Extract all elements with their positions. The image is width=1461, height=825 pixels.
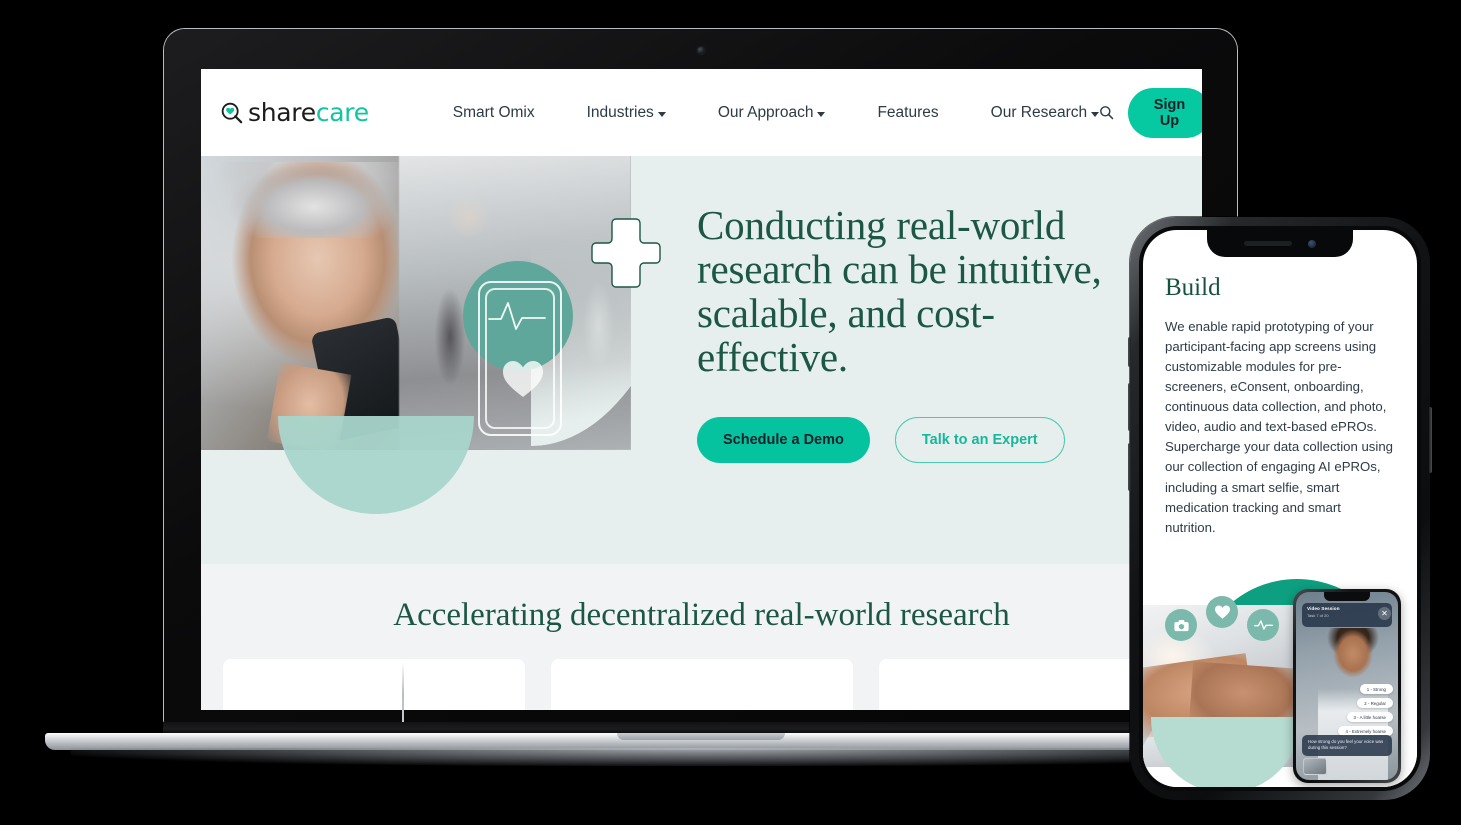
logo-text-share: share [248, 98, 316, 127]
logo-text-care: care [315, 98, 369, 127]
site-navbar: sharecare Smart Omix Industries Our Appr… [201, 69, 1202, 156]
nav-item-smart-omix[interactable]: Smart Omix [453, 104, 535, 122]
inner-phone-notch [1324, 592, 1370, 601]
pulse-icon [1247, 609, 1279, 641]
nav-label: Features [877, 103, 939, 121]
sign-up-button[interactable]: Sign Up [1128, 87, 1202, 138]
laptop-webcam-icon [697, 47, 704, 54]
phone-device-mockup: Build We enable rapid prototyping of you… [1128, 217, 1432, 800]
self-view-thumbnail [1303, 758, 1327, 775]
brand-logo[interactable]: sharecare [221, 98, 369, 127]
front-camera-icon [1308, 239, 1316, 248]
phone-figure: Video Session Task 7 of 20 ✕ 1 - Strong … [1143, 579, 1417, 787]
survey-question-text: How strong do you feel your voice was du… [1302, 734, 1392, 756]
phone-power-button[interactable] [1429, 407, 1432, 473]
phone-screen: Build We enable rapid prototyping of you… [1143, 230, 1417, 787]
feature-card[interactable] [550, 659, 853, 710]
rating-option[interactable]: 3 - A little hoarse [1346, 712, 1393, 722]
hero-section: Conducting real-world research can be in… [201, 156, 1202, 564]
chevron-down-icon [817, 111, 826, 117]
laptop-screen: sharecare Smart Omix Industries Our Appr… [201, 69, 1202, 710]
rating-option[interactable]: 2 - Regular [1357, 698, 1393, 708]
video-session-subtitle: Task 7 of 20 [1307, 612, 1329, 618]
rating-options-list: 1 - Strong 2 - Regular 3 - A little hoar… [1338, 684, 1393, 736]
talk-to-expert-button[interactable]: Talk to an Expert [894, 417, 1065, 464]
search-icon[interactable] [1099, 102, 1114, 124]
nav-label: Industries [586, 103, 654, 121]
phone-section-title: Build [1165, 274, 1221, 301]
laptop-lid: sharecare Smart Omix Industries Our Appr… [163, 28, 1238, 724]
nav-label: Smart Omix [452, 103, 535, 121]
primary-nav: Smart Omix Industries Our Approach Featu… [453, 103, 1100, 122]
nav-label: Our Research [990, 103, 1088, 121]
feature-card[interactable] [222, 659, 525, 710]
hero-cta-group: Schedule a Demo Talk to an Expert [697, 417, 1135, 464]
phone-mute-switch[interactable] [1128, 337, 1131, 367]
nav-item-our-approach[interactable]: Our Approach [718, 104, 826, 122]
medical-plus-icon [589, 216, 663, 290]
nav-item-industries[interactable]: Industries [587, 104, 666, 122]
rating-option[interactable]: 1 - Strong [1359, 684, 1393, 694]
nav-actions: Sign Up [1099, 87, 1202, 138]
phone-body: Build We enable rapid prototyping of you… [1128, 217, 1432, 800]
hero-photo-hair [229, 156, 399, 238]
phone-volume-up-button[interactable] [1128, 383, 1131, 431]
hero-headline-line-2: research can be intuitive, [697, 245, 1102, 292]
heart-icon [1206, 596, 1238, 628]
hero-copy: Conducting real-world research can be in… [697, 202, 1135, 464]
schedule-demo-button[interactable]: Schedule a Demo [697, 417, 870, 464]
earpiece-speaker-icon [1244, 241, 1292, 246]
phone-volume-down-button[interactable] [1128, 443, 1131, 491]
brand-wordmark: sharecare [248, 98, 369, 127]
nav-item-our-research[interactable]: Our Research [990, 103, 1100, 122]
laptop-device-mockup: sharecare Smart Omix Industries Our Appr… [45, 28, 1356, 766]
phone-inner-frame: Build We enable rapid prototyping of you… [1139, 226, 1421, 791]
lower-section: Accelerating decentralized real-world re… [201, 564, 1202, 710]
close-icon[interactable]: ✕ [1378, 607, 1391, 620]
inner-phone-mockup: Video Session Task 7 of 20 ✕ 1 - Strong … [1293, 589, 1401, 783]
lower-section-heading: Accelerating decentralized real-world re… [393, 597, 1010, 633]
phone-notch [1207, 230, 1353, 257]
hero-headline: Conducting real-world research can be in… [697, 202, 1135, 380]
figure-icon-row [1165, 596, 1279, 641]
hero-decorative-arc [278, 416, 474, 514]
phone-content: Build We enable rapid prototyping of you… [1143, 230, 1417, 538]
website-viewport: sharecare Smart Omix Industries Our Appr… [201, 69, 1202, 710]
hero-headline-line-3: scalable, and cost-effective. [697, 289, 995, 380]
heart-icon [501, 358, 543, 400]
camera-icon [1165, 609, 1197, 641]
hero-headline-line-1: Conducting real-world [697, 202, 1066, 248]
nav-label: Our Approach [717, 103, 814, 121]
chevron-down-icon [1091, 111, 1100, 117]
video-session-title: Video Session [1307, 606, 1340, 611]
inner-phone-screen: Video Session Task 7 of 20 ✕ 1 - Strong … [1296, 592, 1398, 780]
magnifier-heart-icon [221, 102, 243, 124]
phone-section-body: We enable rapid prototyping of your part… [1165, 319, 1393, 535]
nav-item-features[interactable]: Features [877, 104, 938, 122]
screenshot-stage: sharecare Smart Omix Industries Our Appr… [0, 0, 1461, 825]
feature-card-row [201, 659, 1202, 710]
chevron-down-icon [657, 111, 666, 117]
figure-mint-arc [1151, 717, 1301, 787]
laptop-base-notch [616, 733, 785, 740]
